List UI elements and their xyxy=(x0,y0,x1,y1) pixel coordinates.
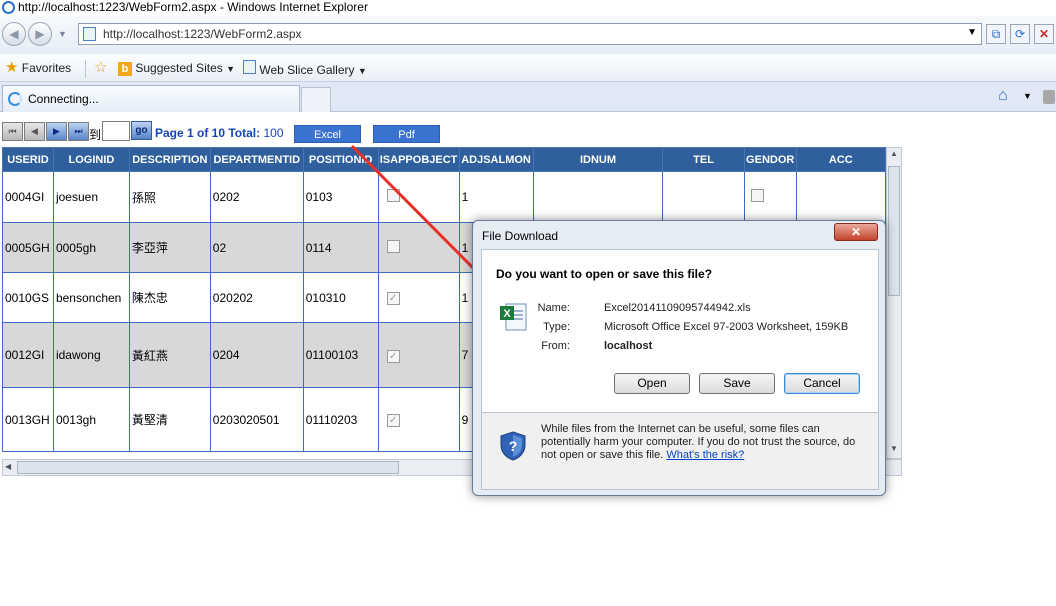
dialog-title: File Download xyxy=(482,229,559,243)
save-button[interactable]: Save xyxy=(699,373,775,394)
whats-the-risk-link[interactable]: What's the risk? xyxy=(666,449,744,461)
type-label: Type: xyxy=(543,321,570,333)
dialog-body: Do you want to open or save this file? X… xyxy=(481,249,879,490)
annotation-arrow-line xyxy=(350,144,492,287)
file-download-dialog: File Download ✕ Do you want to open or s… xyxy=(472,220,886,496)
cancel-button[interactable]: Cancel xyxy=(784,373,860,394)
security-shield-icon: ? xyxy=(500,431,526,461)
warning-message: While files from the Internet can be use… xyxy=(541,423,871,462)
dialog-question: Do you want to open or save this file? xyxy=(496,267,713,281)
svg-text:X: X xyxy=(503,308,511,320)
warning-area: ? While files from the Internet can be u… xyxy=(482,413,878,489)
file-source: localhost xyxy=(604,340,653,352)
svg-text:?: ? xyxy=(509,438,518,454)
file-type: Microsoft Office Excel 97-2003 Worksheet… xyxy=(604,321,849,333)
dialog-close-button[interactable]: ✕ xyxy=(834,223,878,241)
from-label: From: xyxy=(541,340,570,352)
open-button[interactable]: Open xyxy=(614,373,690,394)
file-name: Excel20141109095744942.xls xyxy=(604,302,751,314)
name-label: Name: xyxy=(537,302,570,314)
